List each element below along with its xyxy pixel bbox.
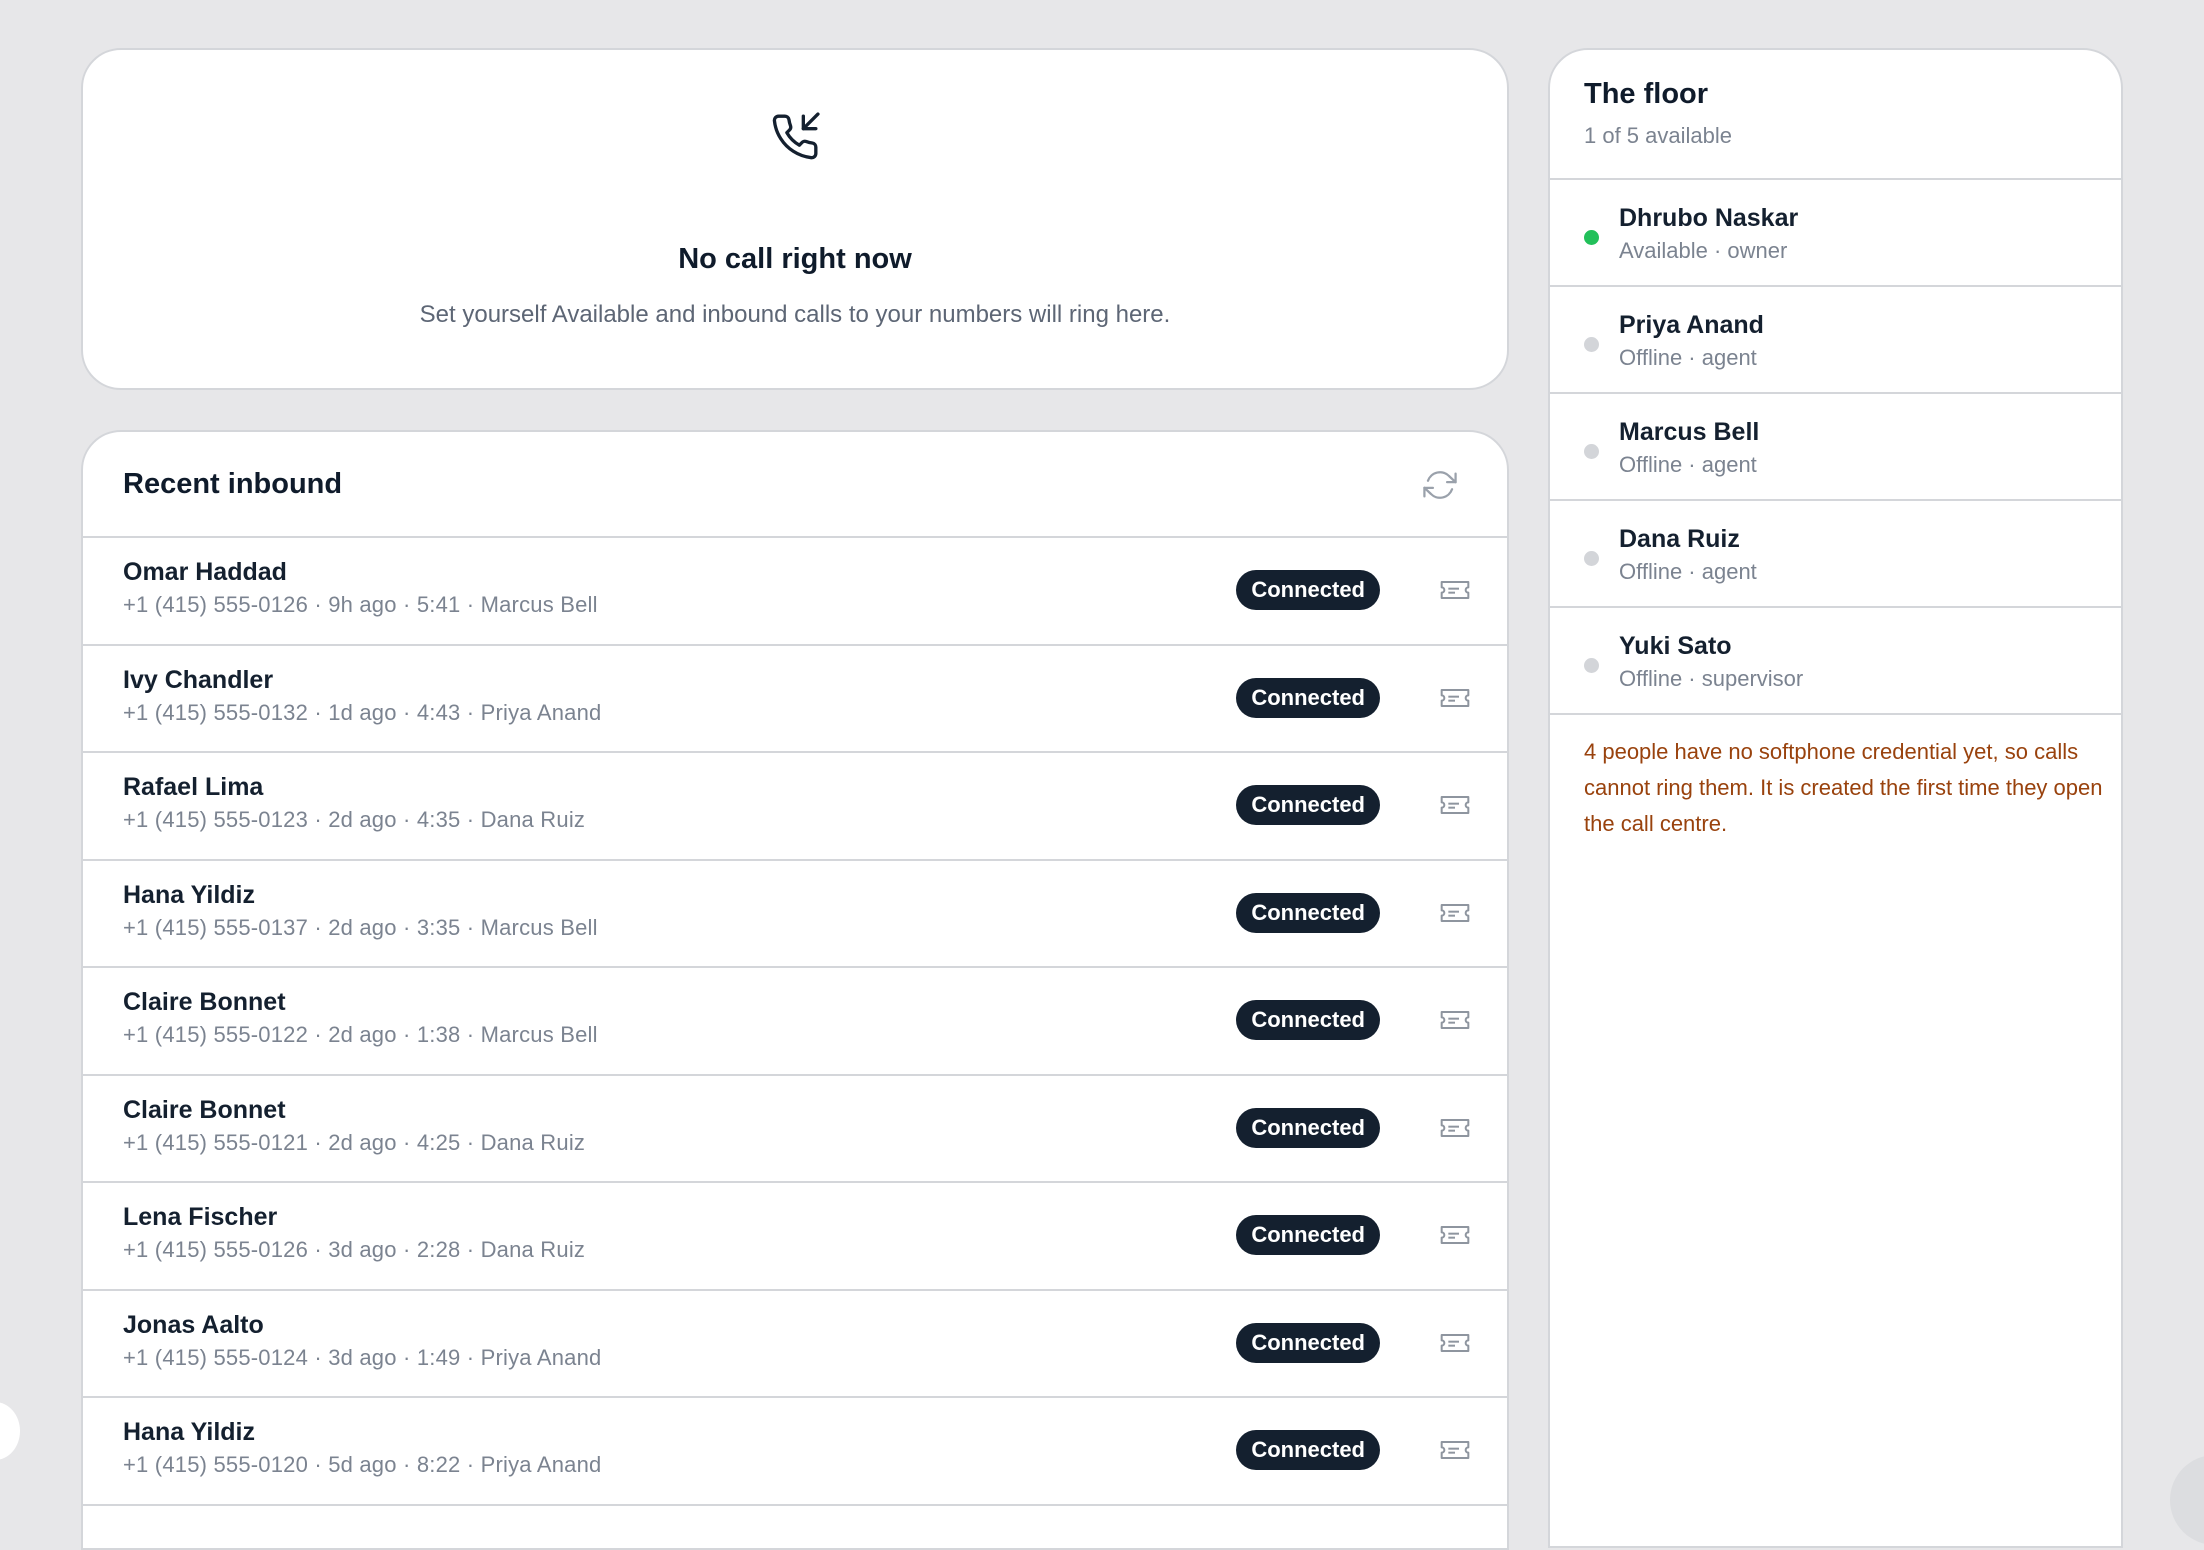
call-row[interactable]: Omar Haddad +1 (415) 555-0126 · 9h ago · …	[83, 538, 1507, 646]
status-badge: Connected	[1236, 1215, 1380, 1255]
status-dot-offline	[1584, 551, 1599, 566]
edge-decoration-left	[0, 1402, 20, 1460]
person-name: Yuki Sato	[1619, 632, 1732, 660]
caller-name: Hana Yildiz	[123, 1418, 255, 1446]
recent-inbound-header: Recent inbound	[83, 432, 1507, 538]
ticket-icon[interactable]	[1439, 899, 1471, 927]
person-role: Offline · agent	[1619, 559, 1757, 584]
no-call-card: No call right now Set yourself Available…	[81, 48, 1509, 390]
softphone-warning: 4 people have no softphone credential ye…	[1584, 739, 2103, 836]
person-name: Dhrubo Naskar	[1619, 204, 1799, 232]
call-row[interactable]: Lena Fischer +1 (415) 555-0126 · 3d ago ·…	[83, 1183, 1507, 1291]
call-meta: +1 (415) 555-0121 · 2d ago · 4:25 · Dana…	[123, 1129, 586, 1155]
ticket-icon[interactable]	[1439, 1436, 1471, 1464]
call-meta: +1 (415) 555-0120 · 5d ago · 8:22 · Priy…	[123, 1452, 602, 1477]
call-meta: +1 (415) 555-0126 · 3d ago · 2:28 · Dana…	[123, 1237, 586, 1262]
floor-people-list: Dhrubo Naskar Available · owner Priya Anan…	[1550, 180, 2121, 715]
ticket-icon[interactable]	[1439, 1114, 1471, 1142]
ticket-icon[interactable]	[1439, 1221, 1471, 1249]
floor-availability: 1 of 5 available	[1584, 123, 1732, 148]
status-badge: Connected	[1236, 1430, 1380, 1470]
caller-name: Omar Haddad	[123, 558, 287, 586]
ticket-icon[interactable]	[1439, 684, 1471, 712]
call-row[interactable]: Rafael Lima +1 (415) 555-0123 · 2d ago · …	[83, 753, 1507, 861]
call-row[interactable]: Claire Bonnet +1 (415) 555-0121 · 2d ago …	[83, 1076, 1507, 1183]
caller-name: Rafael Lima	[123, 773, 264, 801]
caller-name: Ivy Chandler	[123, 665, 274, 694]
call-meta: +1 (415) 555-0126 · 9h ago · 5:41 · Marc…	[123, 592, 598, 617]
call-row[interactable]: Claire Bonnet +1 (415) 555-0122 · 2d ago …	[83, 968, 1507, 1076]
recent-inbound-card: Recent inbound Omar Haddad +1 (415) 555-0…	[81, 430, 1509, 1550]
person-name: Priya Anand	[1619, 311, 1764, 339]
person-name: Marcus Bell	[1619, 418, 1760, 446]
call-meta: +1 (415) 555-0123 · 2d ago · 4:35 · Dana…	[123, 807, 586, 832]
status-badge: Connected	[1236, 892, 1380, 933]
person-role: Offline · supervisor	[1619, 666, 1804, 691]
status-dot-available	[1584, 230, 1599, 245]
status-badge: Connected	[1236, 1000, 1380, 1040]
person-role: Offline · agent	[1619, 345, 1757, 370]
status-dot-offline	[1584, 337, 1599, 352]
call-meta: +1 (415) 555-0124 · 3d ago · 1:49 · Priy…	[123, 1344, 602, 1370]
floor-card: The floor 1 of 5 available Dhrubo Naskar…	[1548, 48, 2123, 1548]
caller-name: Claire Bonnet	[123, 988, 286, 1016]
ticket-icon[interactable]	[1439, 791, 1471, 819]
call-row[interactable]: Hana Yildiz +1 (415) 555-0120 · 5d ago · …	[83, 1398, 1507, 1506]
status-dot-offline	[1584, 658, 1599, 673]
status-badge: Connected	[1236, 1322, 1380, 1363]
caller-name: Hana Yildiz	[123, 880, 255, 909]
person-name: Dana Ruiz	[1619, 525, 1740, 553]
ticket-icon[interactable]	[1439, 576, 1471, 604]
caller-name: Jonas Aalto	[123, 1310, 264, 1339]
caller-name: Lena Fischer	[123, 1203, 278, 1231]
caller-name: Claire Bonnet	[123, 1095, 286, 1124]
no-call-title: No call right now	[678, 243, 912, 275]
call-meta: +1 (415) 555-0137 · 2d ago · 3:35 · Marc…	[123, 914, 598, 940]
call-meta: +1 (415) 555-0132 · 1d ago · 4:43 · Priy…	[123, 699, 602, 725]
call-meta: +1 (415) 555-0122 · 2d ago · 1:38 · Marc…	[123, 1022, 598, 1047]
floor-person: Marcus Bell Offline · agent	[1550, 394, 2121, 501]
floor-header: The floor 1 of 5 available	[1550, 50, 2121, 180]
ticket-icon[interactable]	[1439, 1006, 1471, 1034]
status-badge: Connected	[1236, 677, 1380, 718]
refresh-icon[interactable]	[1423, 468, 1457, 502]
floor-person: Priya Anand Offline · agent	[1550, 287, 2121, 394]
edge-decoration-right	[2170, 1455, 2204, 1545]
call-row[interactable]: Hana Yildiz +1 (415) 555-0137 · 2d ago · …	[83, 861, 1507, 968]
status-badge: Connected	[1236, 570, 1380, 610]
ticket-icon[interactable]	[1439, 1329, 1471, 1357]
floor-person: Dhrubo Naskar Available · owner	[1550, 180, 2121, 287]
recent-inbound-list: Omar Haddad +1 (415) 555-0126 · 9h ago · …	[83, 538, 1507, 1506]
status-badge: Connected	[1236, 1107, 1380, 1148]
phone-incoming-icon	[772, 112, 820, 160]
person-role: Offline · agent	[1619, 452, 1757, 477]
person-role: Available · owner	[1619, 238, 1788, 263]
call-row[interactable]: Jonas Aalto +1 (415) 555-0124 · 3d ago · …	[83, 1291, 1507, 1398]
floor-person: Yuki Sato Offline · supervisor	[1550, 608, 2121, 715]
no-call-description: Set yourself Available and inbound calls…	[419, 301, 1171, 328]
recent-inbound-title: Recent inbound	[123, 468, 343, 500]
status-dot-offline	[1584, 444, 1599, 459]
call-row[interactable]: Ivy Chandler +1 (415) 555-0132 · 1d ago ·…	[83, 646, 1507, 753]
status-badge: Connected	[1236, 785, 1380, 825]
floor-person: Dana Ruiz Offline · agent	[1550, 501, 2121, 608]
floor-title: The floor	[1584, 78, 1709, 110]
